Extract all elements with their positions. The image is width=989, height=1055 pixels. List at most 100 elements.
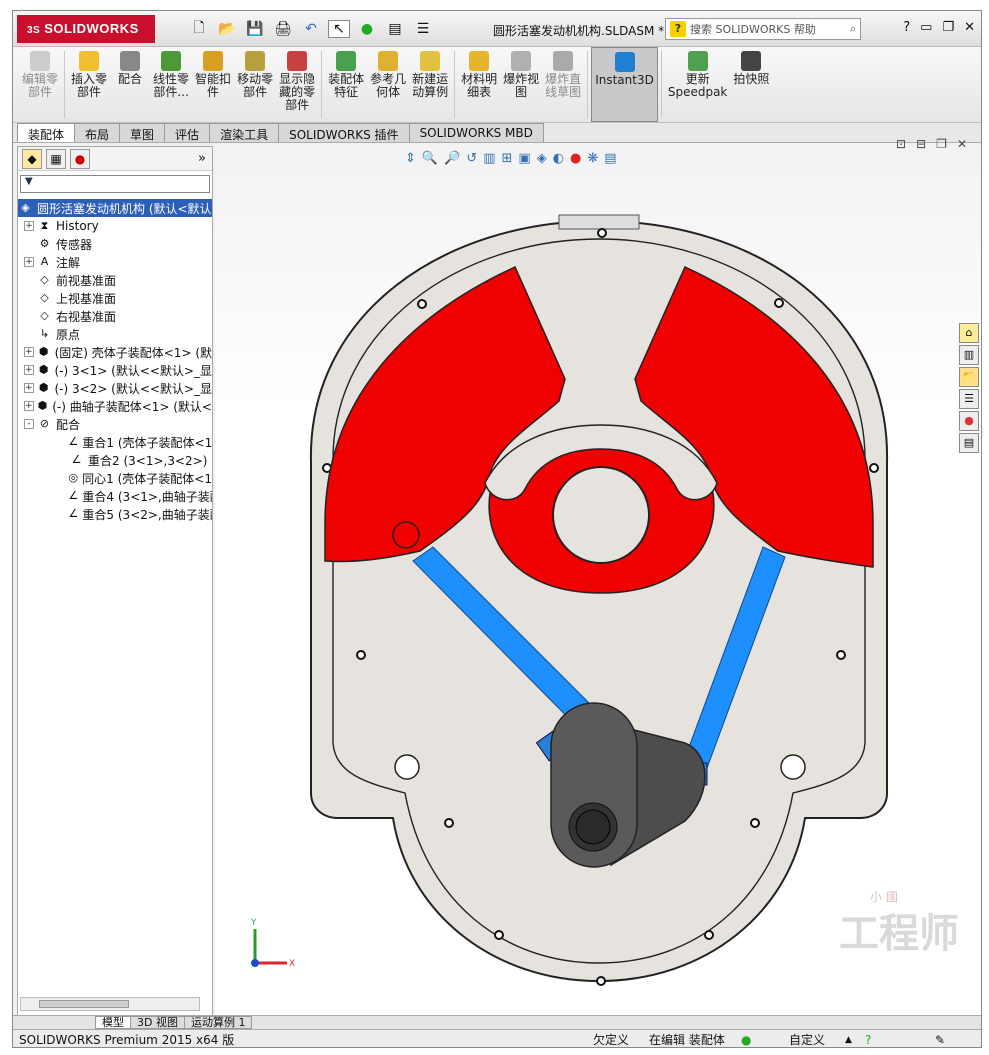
tree-item-icon: ◇ (40, 273, 49, 286)
tab-1[interactable]: 布局 (74, 123, 121, 142)
select-cursor-icon[interactable]: ↖ (328, 20, 350, 38)
tree-expand-icon[interactable]: + (24, 365, 34, 375)
close-icon[interactable]: ✕ (964, 20, 975, 35)
tree-expand-icon[interactable]: + (24, 383, 34, 393)
tree-item[interactable]: +◇右视基准面 (18, 307, 212, 325)
tree-item[interactable]: +∠重合5 (3<2>,曲轴子装配 (18, 505, 212, 523)
ribbon-button-12[interactable]: 爆炸直 线草图 (542, 47, 584, 122)
ribbon-button-1[interactable]: 插入零 部件 (68, 47, 110, 122)
ribbon-button-11[interactable]: 爆炸视图 (500, 47, 542, 122)
undo-icon[interactable]: ↶ (300, 20, 322, 38)
tree-expand-icon[interactable]: + (24, 401, 34, 411)
rebuild-icon[interactable]: ● (356, 20, 378, 38)
tree-item-label: 同心1 (壳体子装配体<1> (82, 471, 212, 486)
engine-assembly-model[interactable]: Y X (215, 143, 981, 1017)
ribbon-button-13[interactable]: Instant3D (591, 47, 658, 122)
tab-6[interactable]: SOLIDWORKS MBD (408, 123, 544, 142)
tree-item[interactable]: + A 注解 (18, 253, 212, 271)
file-explorer-icon[interactable]: ☰ (959, 389, 979, 409)
tab-0[interactable]: 装配体 (17, 123, 76, 142)
ribbon-button-0[interactable]: 编辑零 部件 (19, 47, 61, 122)
tab-2[interactable]: 草图 (119, 123, 166, 142)
home-icon[interactable]: ⌂ (959, 323, 979, 343)
ribbon-button-14[interactable]: 更新 Speedpak (665, 47, 731, 122)
ribbon-button-label: 动算例 (412, 85, 449, 99)
minimize-icon[interactable]: ▭ (920, 20, 932, 35)
tree-item[interactable]: - ⊘ 配合 (18, 415, 212, 433)
tree-item[interactable]: + ⬢ (固定) 壳体子装配体<1> (默 (18, 343, 212, 361)
property-manager-tab-icon[interactable]: ▦ (46, 148, 66, 169)
ribbon-button-icon (287, 51, 308, 71)
tree-item[interactable]: +↳原点 (18, 325, 212, 343)
tree-item[interactable]: +∠重合1 (壳体子装配体<1> (18, 433, 212, 451)
tree-expand-icon[interactable]: - (24, 419, 34, 429)
tab-5[interactable]: SOLIDWORKS 插件 (278, 123, 410, 142)
tree-item[interactable]: + ⬢ (-) 3<2> (默认<<默认>_显 (18, 379, 212, 397)
units-up-icon[interactable]: ▲ (845, 1030, 852, 1047)
appearances-icon[interactable]: ● (959, 411, 979, 431)
window-controls: ? ▭ ❐ ✕ (903, 20, 975, 35)
custom-properties-icon[interactable]: ▤ (959, 433, 979, 453)
tree-item[interactable]: +∠重合4 (3<1>,曲轴子装配 (18, 487, 212, 505)
more-tabs-icon[interactable]: » (198, 151, 206, 166)
model-tab-1[interactable]: 3D 视图 (130, 1016, 185, 1029)
search-icon[interactable]: ⌕ (850, 22, 856, 36)
ribbon-button-15[interactable]: 拍快照 (730, 47, 772, 122)
rebuild-status-icon[interactable]: ● (741, 1030, 751, 1047)
tree-item-icon: ⬢ (37, 399, 48, 412)
tree-item-label: 重合5 (3<2>,曲轴子装配 (82, 507, 212, 522)
model-tab-0[interactable]: 模型 (95, 1016, 131, 1029)
tree-item[interactable]: + ⧗ History (18, 217, 212, 235)
help-icon[interactable]: ? (903, 20, 910, 35)
tree-item[interactable]: +∠重合2 (3<1>,3<2>) (18, 451, 212, 469)
resources-icon[interactable]: ▥ (959, 345, 979, 365)
ribbon-button-10[interactable]: 材料明 细表 (458, 47, 500, 122)
graphics-viewport[interactable]: ⇕ 🔍 🔎 ↺ ▥ ⊞ ▣ ◈ ◐ ● ❋ ▤ ⊡ ⊟ ❐ ✕ Y X ⌂ ▥ … (215, 137, 981, 1017)
design-library-icon[interactable]: 📁 (959, 367, 979, 387)
feature-tree-tab-icon[interactable]: ◆ (22, 148, 42, 169)
tree-expand-icon[interactable]: + (24, 257, 34, 267)
ribbon-button-9[interactable]: 新建运 动算例 (409, 47, 451, 122)
horizontal-scrollbar[interactable] (20, 997, 200, 1011)
tree-expand-icon[interactable]: + (24, 221, 34, 231)
pin-icon[interactable]: ✎ (935, 1030, 945, 1047)
new-document-icon[interactable]: 🗋 (188, 20, 210, 38)
ribbon-button-7[interactable]: 装配体 特征 (325, 47, 367, 122)
open-folder-icon[interactable]: 📂 (216, 20, 238, 38)
tree-expand-icon[interactable]: + (24, 347, 34, 357)
tree-item[interactable]: +⚙传感器 (18, 235, 212, 253)
help-tips-icon[interactable]: ? (865, 1030, 871, 1047)
help-search-input[interactable]: ? 搜索 SOLIDWORKS 帮助 ⌕ (665, 18, 861, 40)
ribbon-button-5[interactable]: 移动零 部件 (234, 47, 276, 122)
file-properties-icon[interactable]: ▤ (384, 20, 406, 38)
units-status[interactable]: 自定义 (789, 1030, 825, 1047)
tree-item-label: 配合 (56, 417, 81, 432)
tree-root-assembly[interactable]: ◈ 圆形活塞发动机机构 (默认<默认 (18, 199, 212, 217)
solidworks-window: 3S SOLIDWORKS 🗋 📂 💾 🖨 ↶ ↖ ● ▤ ☰ 圆形活塞发动机机构… (12, 10, 982, 1048)
restore-icon[interactable]: ❐ (942, 20, 954, 35)
tree-item-label: (固定) 壳体子装配体<1> (默 (54, 345, 212, 360)
tab-3[interactable]: 评估 (164, 123, 211, 142)
scrollbar-thumb[interactable] (39, 1000, 129, 1008)
tree-item-label: (-) 曲轴子装配体<1> (默认< (52, 399, 212, 414)
ribbon-button-8[interactable]: 参考几 何体 (367, 47, 409, 122)
ribbon-button-2[interactable]: 配合 (110, 47, 150, 122)
tree-item[interactable]: +◇上视基准面 (18, 289, 212, 307)
tree-item[interactable]: +◇前视基准面 (18, 271, 212, 289)
display-manager-tab-icon[interactable]: ● (70, 148, 90, 169)
options-icon[interactable]: ☰ (412, 20, 434, 38)
save-icon[interactable]: 💾 (244, 20, 266, 38)
solidworks-logo[interactable]: 3S SOLIDWORKS (17, 15, 155, 43)
tree-item-icon: ◎ (68, 471, 79, 484)
ribbon-button-6[interactable]: 显示隐 藏的零 部件 (276, 47, 318, 122)
tree-item[interactable]: +◎同心1 (壳体子装配体<1> (18, 469, 212, 487)
tree-filter-input[interactable]: ▼ (20, 175, 210, 193)
tab-4[interactable]: 渲染工具 (209, 123, 280, 142)
tree-item[interactable]: + ⬢ (-) 3<1> (默认<<默认>_显 (18, 361, 212, 379)
tree-item[interactable]: + ⬢ (-) 曲轴子装配体<1> (默认< (18, 397, 212, 415)
tree-item-label: 重合1 (壳体子装配体<1> (82, 435, 212, 450)
model-tab-2[interactable]: 运动算例 1 (183, 1016, 253, 1029)
ribbon-button-3[interactable]: 线性零 部件... (150, 47, 192, 122)
ribbon-button-4[interactable]: 智能扣件 (192, 47, 234, 122)
print-icon[interactable]: 🖨 (272, 20, 294, 38)
